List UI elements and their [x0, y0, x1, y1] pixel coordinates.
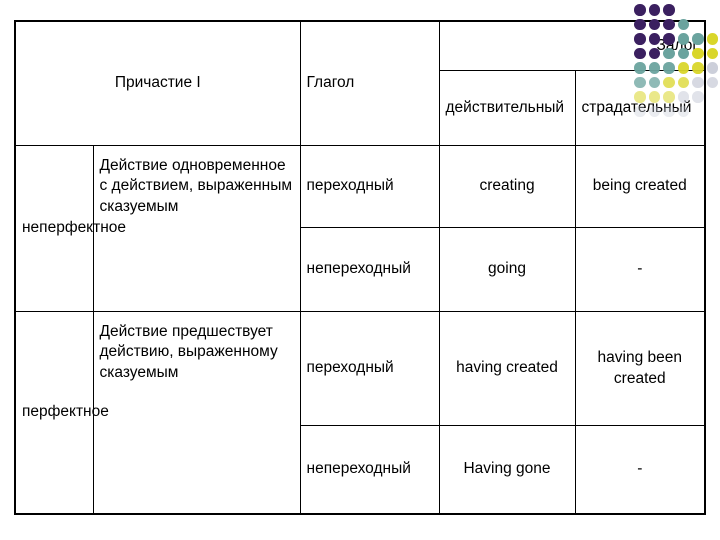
- cell-transitivity: непереходный: [299, 425, 440, 515]
- cell-passive-form: -: [574, 227, 707, 312]
- header-voice-active: действительный: [438, 70, 576, 146]
- cell-active-form: having created: [438, 311, 576, 426]
- decorative-dot: [706, 62, 718, 74]
- header-verb: Глагол: [299, 20, 440, 146]
- header-voice: Залог: [438, 20, 707, 71]
- cell-transitivity: переходный: [299, 145, 440, 228]
- cell-aspect: неперфектное: [14, 145, 126, 312]
- cell-passive-form: having been created: [574, 311, 707, 426]
- table-row: неперфектное Действие одновременное с де…: [14, 145, 707, 312]
- header-participle: Причастие I: [13, 20, 301, 146]
- cell-aspect: перфектное: [14, 311, 109, 514]
- decorative-dot: [648, 4, 660, 16]
- decorative-dot: [706, 76, 718, 88]
- cell-passive-form: being created: [574, 145, 707, 228]
- decorative-dot: [634, 4, 646, 16]
- table-row: перфектное Действие предшествует действи…: [14, 311, 707, 514]
- decorative-dot: [706, 33, 718, 45]
- cell-transitivity: непереходный: [299, 227, 440, 312]
- cell-transitivity: переходный: [299, 311, 440, 426]
- cell-active-form: creating: [438, 145, 576, 228]
- participle-table: Причастие I Глагол Залог действительный …: [13, 20, 707, 515]
- decorative-dot: [706, 47, 718, 59]
- table-header-row-1: Причастие I Глагол Залог: [13, 20, 707, 146]
- cell-passive-form: -: [574, 425, 707, 515]
- cell-active-form: going: [438, 227, 576, 312]
- decorative-dot: [663, 4, 675, 16]
- header-voice-passive: страдательный: [574, 70, 707, 146]
- cell-meaning: Действие предшествует действию, выраженн…: [92, 311, 301, 514]
- cell-active-form: Having gone: [438, 425, 576, 515]
